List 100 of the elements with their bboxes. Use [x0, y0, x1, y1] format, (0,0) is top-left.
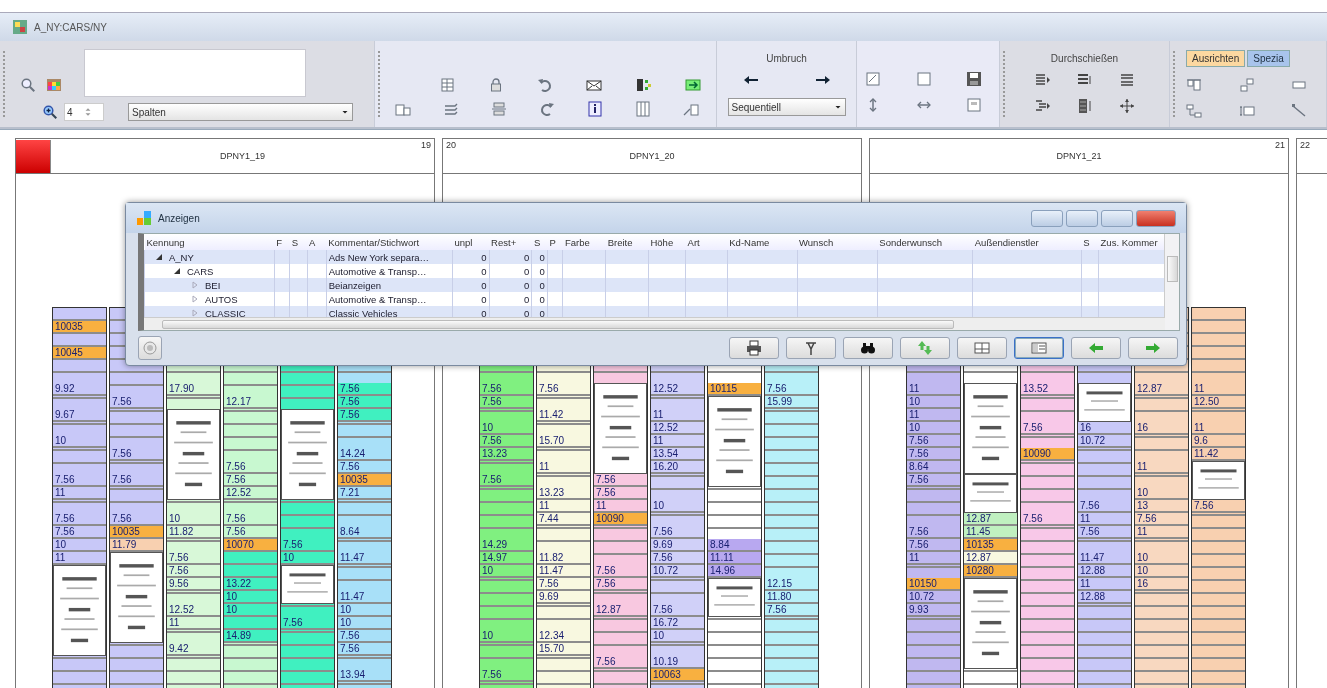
ad-slot[interactable]: 11.82: [537, 552, 590, 565]
ad-slot[interactable]: 10115: [708, 383, 761, 396]
ad-slot[interactable]: 7.56: [53, 526, 106, 539]
ad-thumbnail[interactable]: [281, 409, 334, 500]
ad-slot[interactable]: 12.87: [964, 552, 1017, 565]
ad-slot[interactable]: 14.24: [338, 448, 391, 461]
ad-slot[interactable]: 7.56: [480, 435, 533, 448]
ad-slot[interactable]: 10: [281, 552, 334, 565]
ad-slot[interactable]: 14.97: [480, 552, 533, 565]
column-icon[interactable]: [635, 101, 651, 117]
connect-icon[interactable]: [1186, 103, 1202, 119]
square-icon[interactable]: [915, 71, 932, 87]
ad-slot[interactable]: 7.44: [537, 513, 590, 526]
info-icon[interactable]: [587, 101, 603, 117]
ad-slot[interactable]: 7.56: [110, 474, 163, 487]
redo-icon[interactable]: [539, 101, 555, 117]
ad-slot[interactable]: 11: [1192, 383, 1245, 396]
ad-slot[interactable]: 16: [1135, 578, 1188, 591]
ad-slot[interactable]: 11: [53, 487, 106, 500]
ad-slot[interactable]: 13.94: [338, 669, 391, 682]
number-field[interactable]: 4: [64, 103, 104, 121]
ad-slot[interactable]: 8.64: [907, 461, 960, 474]
ad-slot[interactable]: 7.56: [1078, 500, 1131, 513]
restore-button[interactable]: [1066, 209, 1098, 227]
outdent-icon[interactable]: [1034, 98, 1051, 114]
ad-slot[interactable]: 7.56: [1078, 526, 1131, 539]
ad-slot[interactable]: 11: [907, 383, 960, 396]
diagonal-icon[interactable]: [1291, 103, 1308, 119]
move-icon[interactable]: [1118, 98, 1135, 114]
ad-slot[interactable]: 9.67: [53, 409, 106, 422]
ad-slot[interactable]: 11: [651, 409, 704, 422]
ad-slot[interactable]: 11: [1192, 422, 1245, 435]
stack-icon[interactable]: [443, 101, 459, 117]
ad-slot[interactable]: 10070: [224, 539, 277, 552]
ad-thumbnail[interactable]: [110, 552, 163, 643]
ad-slot[interactable]: 10: [224, 604, 277, 617]
ad-slot[interactable]: 7.56: [338, 643, 391, 656]
ad-slot[interactable]: 10.72: [651, 565, 704, 578]
ad-slot[interactable]: 11: [1078, 578, 1131, 591]
scrollbar[interactable]: [144, 317, 1165, 330]
ad-slot[interactable]: 7.56: [765, 383, 818, 396]
ad-thumbnail[interactable]: [281, 565, 334, 604]
ad-slot[interactable]: 7.56: [53, 513, 106, 526]
ad-slot[interactable]: 7.56: [167, 552, 220, 565]
ad-slot[interactable]: 11.47: [338, 591, 391, 604]
ad-slot[interactable]: 10150: [907, 578, 960, 591]
ad-slot[interactable]: 10.19: [651, 656, 704, 669]
ad-slot[interactable]: [224, 617, 277, 630]
ad-slot[interactable]: 12.52: [651, 422, 704, 435]
ribbon-tab[interactable]: Spezia: [1247, 50, 1290, 67]
ad-slot[interactable]: 9.92: [53, 383, 106, 396]
ad-slot[interactable]: 7.21: [338, 487, 391, 500]
ad-slot[interactable]: 11.79: [110, 539, 163, 552]
ad-slot[interactable]: 7.56: [338, 461, 391, 474]
ad-slot[interactable]: 10280: [964, 565, 1017, 578]
ribbon-tab[interactable]: Ausrichten: [1186, 50, 1246, 67]
ad-slot[interactable]: 11.42: [1192, 448, 1245, 461]
link-icon[interactable]: [683, 101, 699, 117]
page-icon[interactable]: [395, 101, 411, 117]
ad-slot[interactable]: 11: [537, 500, 590, 513]
pin-tool-button[interactable]: [786, 337, 836, 359]
ad-thumbnail[interactable]: [594, 383, 647, 474]
ad-slot[interactable]: 7.56: [480, 474, 533, 487]
ad-slot[interactable]: 10: [480, 422, 533, 435]
ad-slot[interactable]: 8.84: [708, 539, 761, 552]
ad-slot[interactable]: 11: [907, 552, 960, 565]
ad-slot[interactable]: 13.22: [224, 578, 277, 591]
refresh-button[interactable]: [138, 336, 162, 360]
close-button[interactable]: [1136, 209, 1176, 227]
panels-button[interactable]: [1014, 337, 1064, 359]
arrow-box-icon[interactable]: [684, 77, 701, 93]
ad-slot[interactable]: 10: [53, 435, 106, 448]
ad-slot[interactable]: 12.52: [167, 604, 220, 617]
zoom-in-icon[interactable]: [42, 104, 58, 120]
ad-slot[interactable]: 16.20: [651, 461, 704, 474]
ad-slot[interactable]: 10: [907, 422, 960, 435]
ad-slot[interactable]: 7.56: [594, 565, 647, 578]
ad-slot[interactable]: 10090: [594, 513, 647, 526]
ad-slot[interactable]: 15.70: [537, 643, 590, 656]
ad-slot[interactable]: 10.72: [907, 591, 960, 604]
ad-slot[interactable]: 12.87: [594, 604, 647, 617]
ad-slot[interactable]: 13.52: [1021, 383, 1074, 396]
ad-slot[interactable]: 15.99: [765, 396, 818, 409]
ad-slot[interactable]: 7.56: [594, 578, 647, 591]
ad-slot[interactable]: 7.56: [1021, 422, 1074, 435]
forward-button[interactable]: [1128, 337, 1178, 359]
ad-slot[interactable]: 12.87: [964, 513, 1017, 526]
ad-slot[interactable]: 7.56: [110, 513, 163, 526]
ad-slot[interactable]: 11: [1078, 513, 1131, 526]
ad-slot[interactable]: 16: [1078, 422, 1131, 435]
ad-slot[interactable]: 17.90: [167, 383, 220, 396]
ad-slot[interactable]: 16.72: [651, 617, 704, 630]
ad-slot[interactable]: 14.96: [708, 565, 761, 578]
ad-slot[interactable]: 10135: [964, 539, 1017, 552]
ad-thumbnail[interactable]: [1078, 383, 1131, 422]
ad-slot[interactable]: 10045: [53, 347, 106, 360]
ad-slot[interactable]: 7.56: [281, 617, 334, 630]
ad-slot[interactable]: 10: [338, 617, 391, 630]
save-icon[interactable]: [966, 71, 983, 87]
ad-slot[interactable]: 10035: [338, 474, 391, 487]
